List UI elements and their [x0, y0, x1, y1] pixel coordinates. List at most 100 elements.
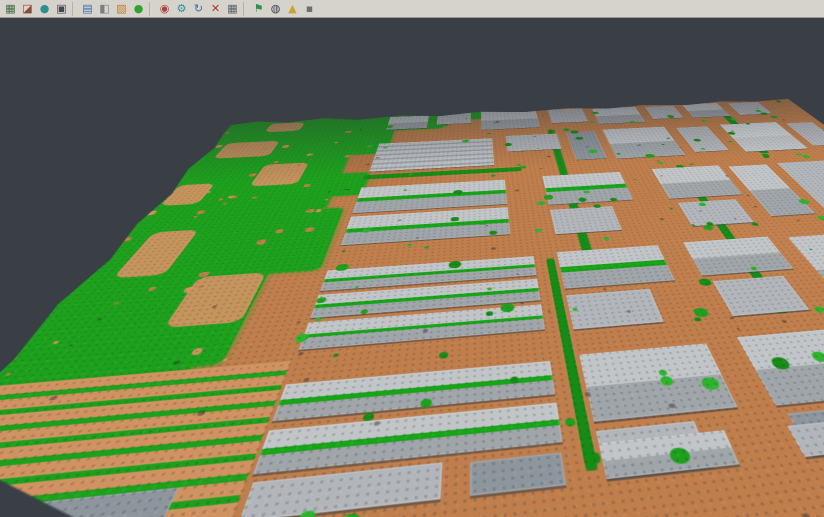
shadow-dot [298, 351, 305, 355]
main-toolbar: ▦◪●▣▤◧▧●◉⚙↻✕▦⚑◍▲▪ [0, 0, 824, 18]
tree-tuft [491, 174, 496, 176]
target-icon[interactable]: ◉ [156, 1, 173, 17]
tree-tuft [701, 120, 707, 122]
building-roof [542, 172, 633, 205]
tree-tuft [403, 189, 407, 191]
shadow-dot [547, 156, 551, 158]
tree-tuft [315, 317, 322, 321]
shadow-dot [491, 247, 496, 250]
shadow-dot [303, 377, 310, 381]
tree-tuft [590, 121, 595, 123]
shadow-dot [548, 311, 551, 313]
settings-gear-icon[interactable]: ⚙ [173, 1, 190, 17]
document-icon[interactable]: ▤ [79, 1, 96, 17]
tree-tuft [537, 201, 545, 205]
toolbar-separator [149, 2, 154, 16]
tree-tuft [487, 133, 490, 134]
building-roof [386, 115, 429, 129]
globe-icon[interactable]: ◍ [267, 1, 284, 17]
shadow-dot [660, 175, 663, 176]
building-roof [481, 109, 540, 130]
3d-viewport[interactable] [0, 18, 824, 517]
ground-speck [229, 346, 243, 354]
shadow-dot [733, 218, 737, 220]
tree-tuft [627, 104, 634, 106]
shadow-dot [585, 392, 591, 396]
shadow-dot [602, 288, 606, 290]
tree-tuft [407, 244, 412, 247]
tree-tuft [522, 151, 525, 152]
tree-tuft [691, 224, 695, 226]
tree-tuft [332, 353, 339, 357]
tree-tuft [520, 166, 526, 169]
tree-tuft [694, 317, 702, 321]
display-mode-icon[interactable]: ▣ [53, 1, 70, 17]
tree-tuft [808, 248, 812, 250]
tree-tuft [644, 154, 655, 158]
shadow-dot [637, 145, 641, 147]
shadow-dot [797, 220, 801, 221]
tree-tuft [666, 103, 668, 104]
point-cloud-icon[interactable]: ● [36, 1, 53, 17]
ground-speck [246, 348, 259, 356]
shadow-dot [730, 130, 734, 131]
tree-tuft [728, 141, 733, 143]
building-roof [341, 207, 510, 245]
tree-tuft [420, 398, 432, 408]
tree-tuft [338, 513, 361, 517]
tree-tuft [443, 124, 449, 126]
grid-view-icon[interactable]: ▦ [224, 1, 241, 17]
tree-tuft [801, 155, 811, 158]
shadow-dot [540, 168, 542, 169]
tree-tuft [775, 101, 782, 103]
open-project-icon[interactable]: ▦ [2, 1, 19, 17]
shadow-dot [296, 321, 300, 324]
building-roof [682, 103, 730, 118]
tree-tuft [583, 190, 590, 193]
tree-tuft [535, 229, 542, 233]
shadow-dot [801, 513, 812, 517]
ground-speck [211, 145, 215, 146]
building-roof [645, 106, 683, 119]
delete-selection-icon[interactable]: ✕ [207, 1, 224, 17]
tree-tuft [658, 162, 664, 164]
tree-tuft [355, 286, 359, 288]
building-roof [548, 108, 588, 123]
bounding-box-icon[interactable]: ▧ [113, 1, 130, 17]
more-tools-icon[interactable]: ▪ [301, 1, 318, 17]
shadow-dot [521, 302, 524, 304]
shadow-dot [515, 189, 519, 191]
tree-tuft [588, 149, 598, 153]
tree-tuft [439, 352, 448, 359]
tree-tuft [630, 121, 636, 123]
tree-tuft [565, 418, 576, 427]
tree-tuft [578, 197, 588, 201]
shadow-dot [542, 116, 544, 117]
tree-tuft [771, 108, 775, 109]
tree-tuft [730, 118, 737, 120]
save-icon[interactable]: ◪ [19, 1, 36, 17]
shadow-dot [782, 119, 786, 120]
sphere-green-icon[interactable]: ● [130, 1, 147, 17]
shadow-dot [729, 317, 734, 320]
building-roof [592, 107, 645, 124]
shadow-dot [494, 122, 496, 123]
tree-tuft [570, 130, 579, 133]
tree-tuft [760, 112, 769, 115]
tree-tuft [342, 250, 346, 252]
ground-speck [221, 358, 228, 362]
tree-tuft [563, 128, 570, 131]
shadow-dot [725, 175, 729, 176]
classify-flag-icon[interactable]: ⚑ [250, 1, 267, 17]
toolbar-separator [243, 2, 248, 16]
tree-tuft [424, 246, 429, 249]
toolbar-separator [72, 2, 77, 16]
refresh-view-icon[interactable]: ↻ [190, 1, 207, 17]
terrain-point-cloud [0, 97, 824, 517]
building-roof [470, 452, 566, 495]
app-window: ▦◪●▣▤◧▧●◉⚙↻✕▦⚑◍▲▪ [0, 0, 824, 517]
mesh-cube-icon[interactable]: ◧ [96, 1, 113, 17]
shadow-dot [659, 218, 664, 220]
measure-icon[interactable]: ▲ [284, 1, 301, 17]
tree-tuft [669, 208, 673, 210]
